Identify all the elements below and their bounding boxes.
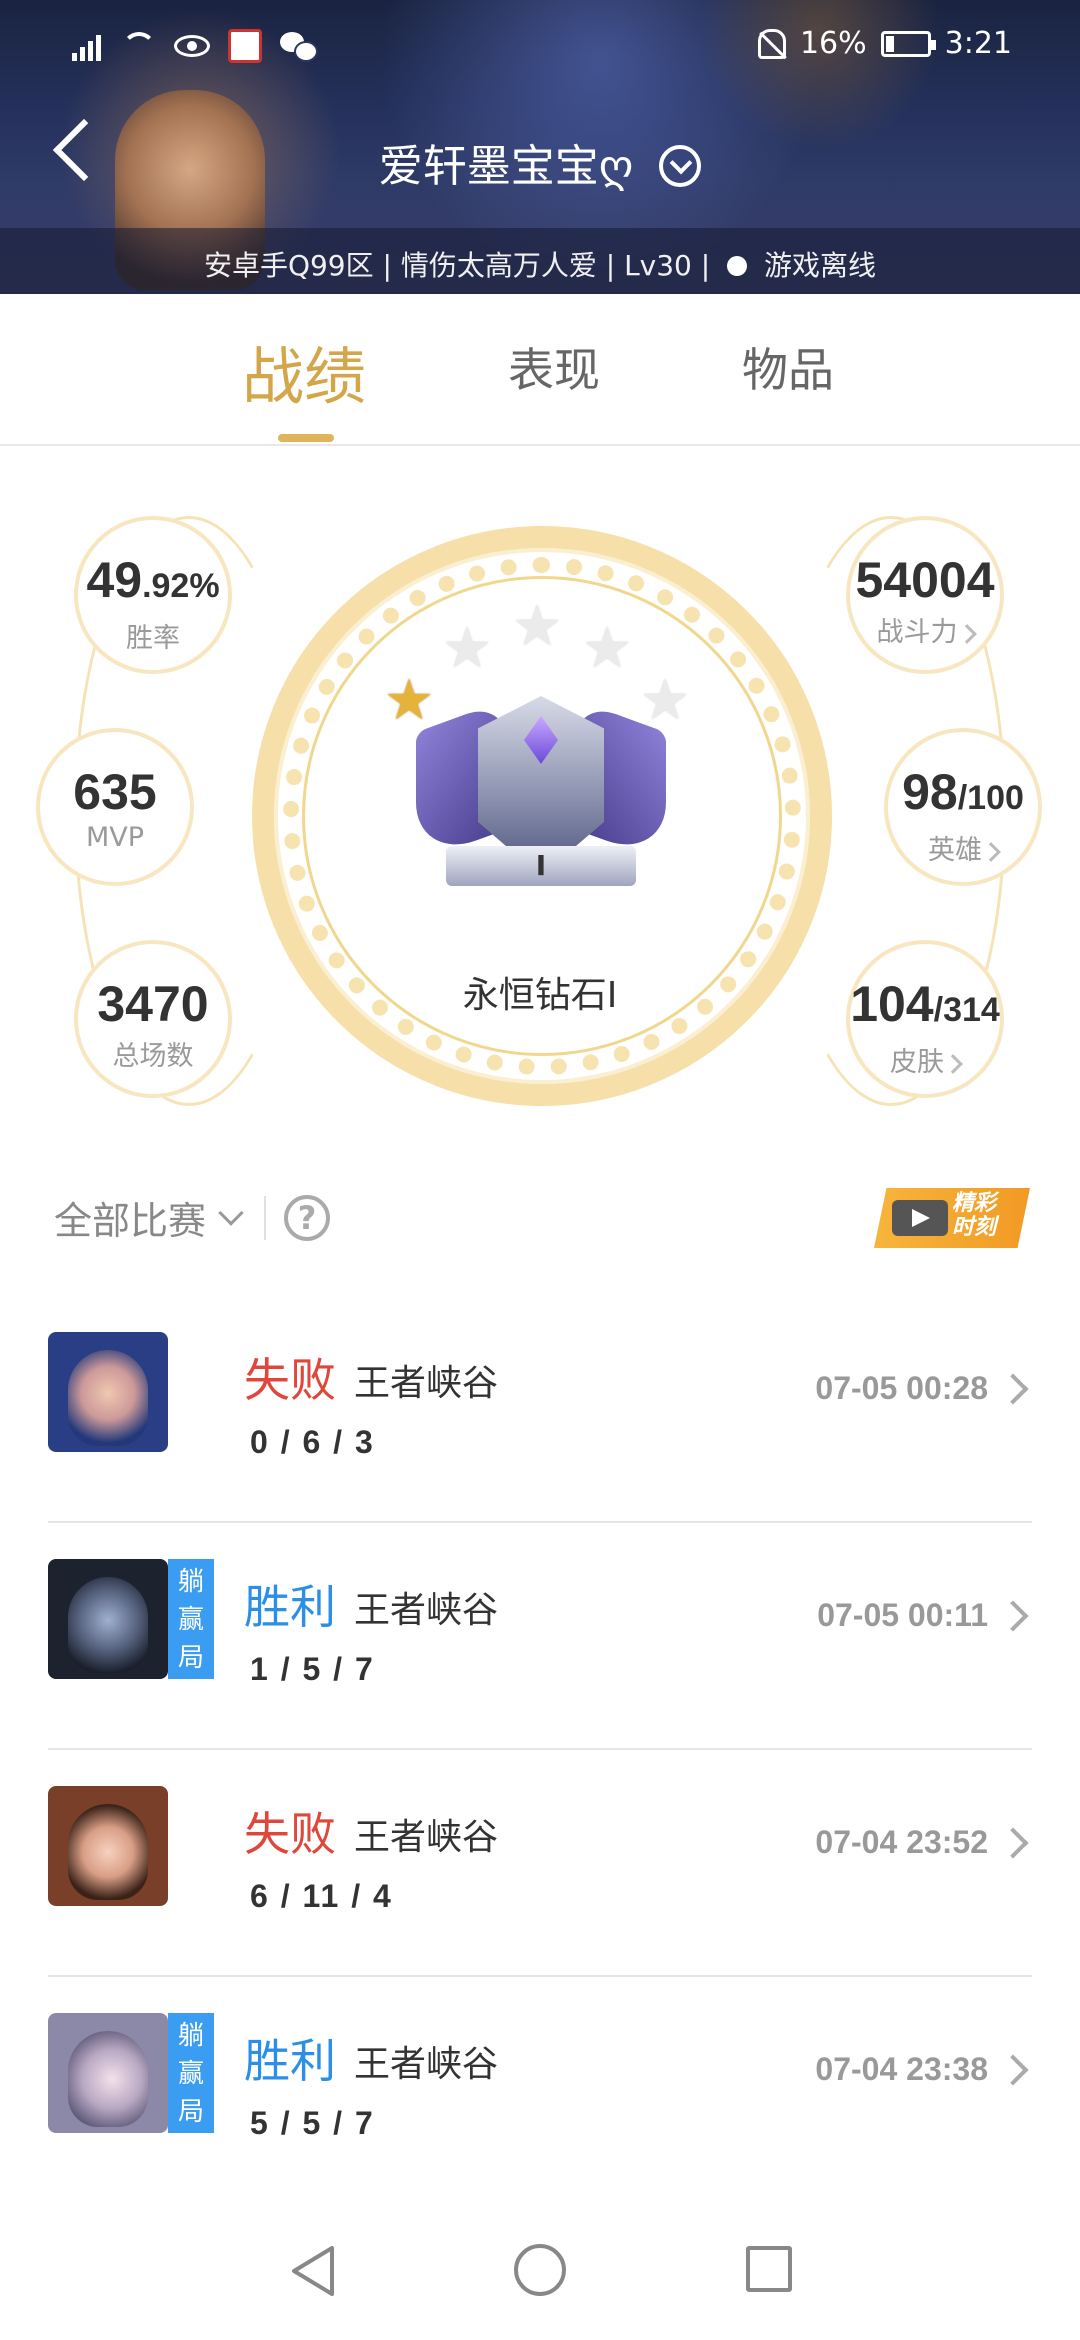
hero-avatar-face [68, 1804, 148, 1900]
nav-recents-icon[interactable] [746, 2246, 792, 2292]
heroes-value: 98 [902, 764, 958, 820]
lying-win-badge: 躺赢局 [168, 2013, 214, 2133]
win-rate-dec: .92% [142, 567, 220, 605]
skins-label: 皮肤 [890, 1047, 944, 1078]
match-result: 胜利 [244, 2034, 336, 2088]
active-tab-indicator [278, 434, 334, 442]
match-mode: 王者峡谷 [354, 1817, 499, 1858]
profile-title[interactable]: 爱轩墨宝宝ღ [0, 130, 1080, 194]
signal-icon [68, 29, 104, 63]
star-empty-icon: ★ [442, 616, 493, 681]
battery-percent: 16% [799, 26, 867, 61]
power-value: 54004 [855, 552, 995, 608]
heroes-label: 英雄 [928, 835, 982, 866]
mvp-label: MVP [85, 822, 145, 853]
chevron-right-icon [997, 2054, 1029, 2086]
match-filter[interactable]: 全部比赛 ? [54, 1190, 331, 1245]
match-time: 07-04 23:38 [815, 2051, 988, 2087]
hero-avatar [48, 1332, 168, 1452]
power-label: 战斗力 [876, 617, 958, 648]
tab-performance[interactable]: 表现 [508, 334, 600, 400]
divider [264, 1195, 267, 1240]
chevron-right-icon [997, 1827, 1029, 1859]
total-games-value: 3470 [97, 976, 209, 1032]
stats-panel: ★ ★ ★ ★ ★ I 永恒钻石I 49.92% 胜率 635 MVP 3470… [0, 446, 1080, 1126]
offline-dot-icon [727, 256, 748, 276]
tab-bar: 战绩 表现 物品 [0, 294, 1080, 446]
highlight-moments-button[interactable]: 精彩 时刻 [874, 1188, 1030, 1248]
wechat-icon [280, 32, 318, 62]
heroes-stat[interactable]: 98/100 英雄 [884, 728, 1042, 886]
system-nav-bar [0, 2200, 1080, 2340]
heroes-total: /100 [957, 779, 1024, 817]
match-result: 失败 [244, 1807, 336, 1861]
nav-home-icon[interactable] [514, 2244, 566, 2296]
profile-banner: 16% 3:21 爱轩墨宝宝ღ 安卓手Q99区 | 情伤太高万人爱 | Lv30… [0, 0, 1080, 294]
match-kda: 0 / 6 / 3 [250, 1424, 375, 1460]
eye-comfort-icon [174, 35, 210, 57]
match-mode: 王者峡谷 [354, 2044, 499, 2085]
match-time: 07-05 00:11 [817, 1597, 988, 1633]
chevron-down-icon[interactable] [659, 145, 702, 187]
match-time: 07-05 00:28 [815, 1370, 988, 1406]
player-info: 安卓手Q99区 | 情伤太高万人爱 | Lv30 | 游戏离线 [0, 244, 1080, 284]
rank-emblem[interactable]: I [416, 676, 666, 906]
chevron-right-icon [943, 1054, 963, 1074]
match-row[interactable]: 失败 王者峡谷 0 / 6 / 3 07-05 00:28 [48, 1296, 1032, 1523]
match-mode: 王者峡谷 [354, 1363, 499, 1404]
hero-avatar [48, 1559, 168, 1679]
nav-back-icon[interactable] [288, 2244, 338, 2298]
match-mode: 王者峡谷 [354, 1590, 499, 1631]
total-games-stat: 3470 总场数 [74, 940, 232, 1098]
skins-total: /314 [933, 991, 1000, 1029]
hero-avatar [48, 1786, 168, 1906]
chevron-down-icon [218, 1199, 244, 1226]
highlight-moments-label: 精彩 时刻 [952, 1191, 997, 1240]
chevron-right-icon [956, 624, 977, 644]
win-rate-int: 49 [86, 552, 143, 608]
star-empty-icon: ★ [582, 616, 633, 681]
clock: 3:21 [944, 26, 1012, 61]
power-stat[interactable]: 54004 战斗力 [846, 516, 1004, 674]
wifi-icon [122, 32, 156, 66]
mute-bell-icon [757, 28, 786, 59]
player-server-info: 安卓手Q99区 | 情伤太高万人爱 | Lv30 | [203, 249, 711, 282]
lying-win-badge: 躺赢局 [168, 1559, 214, 1679]
win-rate-label: 胜率 [126, 623, 180, 654]
hero-avatar-face [68, 1577, 148, 1673]
app-notification-icon [228, 29, 262, 63]
chevron-right-icon [997, 1600, 1029, 1632]
hero-avatar-face [68, 2031, 148, 2127]
match-kda: 1 / 5 / 7 [250, 1651, 375, 1687]
tab-items[interactable]: 物品 [742, 334, 834, 400]
star-empty-icon: ★ [512, 594, 563, 659]
match-kda: 6 / 11 / 4 [250, 1878, 393, 1914]
match-kda: 5 / 5 / 7 [250, 2105, 375, 2141]
total-games-label: 总场数 [112, 1041, 194, 1072]
chevron-right-icon [981, 842, 1001, 862]
match-time: 07-04 23:52 [815, 1824, 988, 1860]
video-camera-icon [892, 1200, 948, 1236]
match-row[interactable]: 躺赢局 胜利 王者峡谷 5 / 5 / 7 07-04 23:38 [48, 1977, 1032, 2204]
match-result: 失败 [244, 1353, 336, 1407]
match-row[interactable]: 失败 王者峡谷 6 / 11 / 4 07-04 23:52 [48, 1750, 1032, 1977]
hero-avatar-face [68, 1350, 148, 1446]
tab-record[interactable]: 战绩 [242, 326, 366, 416]
mvp-stat: 635 MVP [36, 728, 194, 886]
skins-stat[interactable]: 104/314 皮肤 [846, 940, 1004, 1098]
skins-value: 104 [850, 976, 934, 1032]
filter-label: 全部比赛 [54, 1199, 207, 1243]
mvp-value: 635 [73, 764, 157, 820]
match-row[interactable]: 躺赢局 胜利 王者峡谷 1 / 5 / 7 07-05 00:11 [48, 1523, 1032, 1750]
win-rate-stat: 49.92% 胜率 [74, 516, 232, 674]
player-online-status: 游戏离线 [764, 249, 877, 282]
emblem-tier: I [446, 846, 636, 886]
help-icon[interactable]: ? [284, 1194, 331, 1241]
match-result: 胜利 [244, 1580, 336, 1634]
hero-avatar [48, 2013, 168, 2133]
status-bar: 16% 3:21 [0, 0, 1080, 90]
chevron-right-icon [997, 1373, 1029, 1405]
player-name: 爱轩墨宝宝ღ [378, 141, 634, 192]
battery-icon [880, 30, 936, 57]
